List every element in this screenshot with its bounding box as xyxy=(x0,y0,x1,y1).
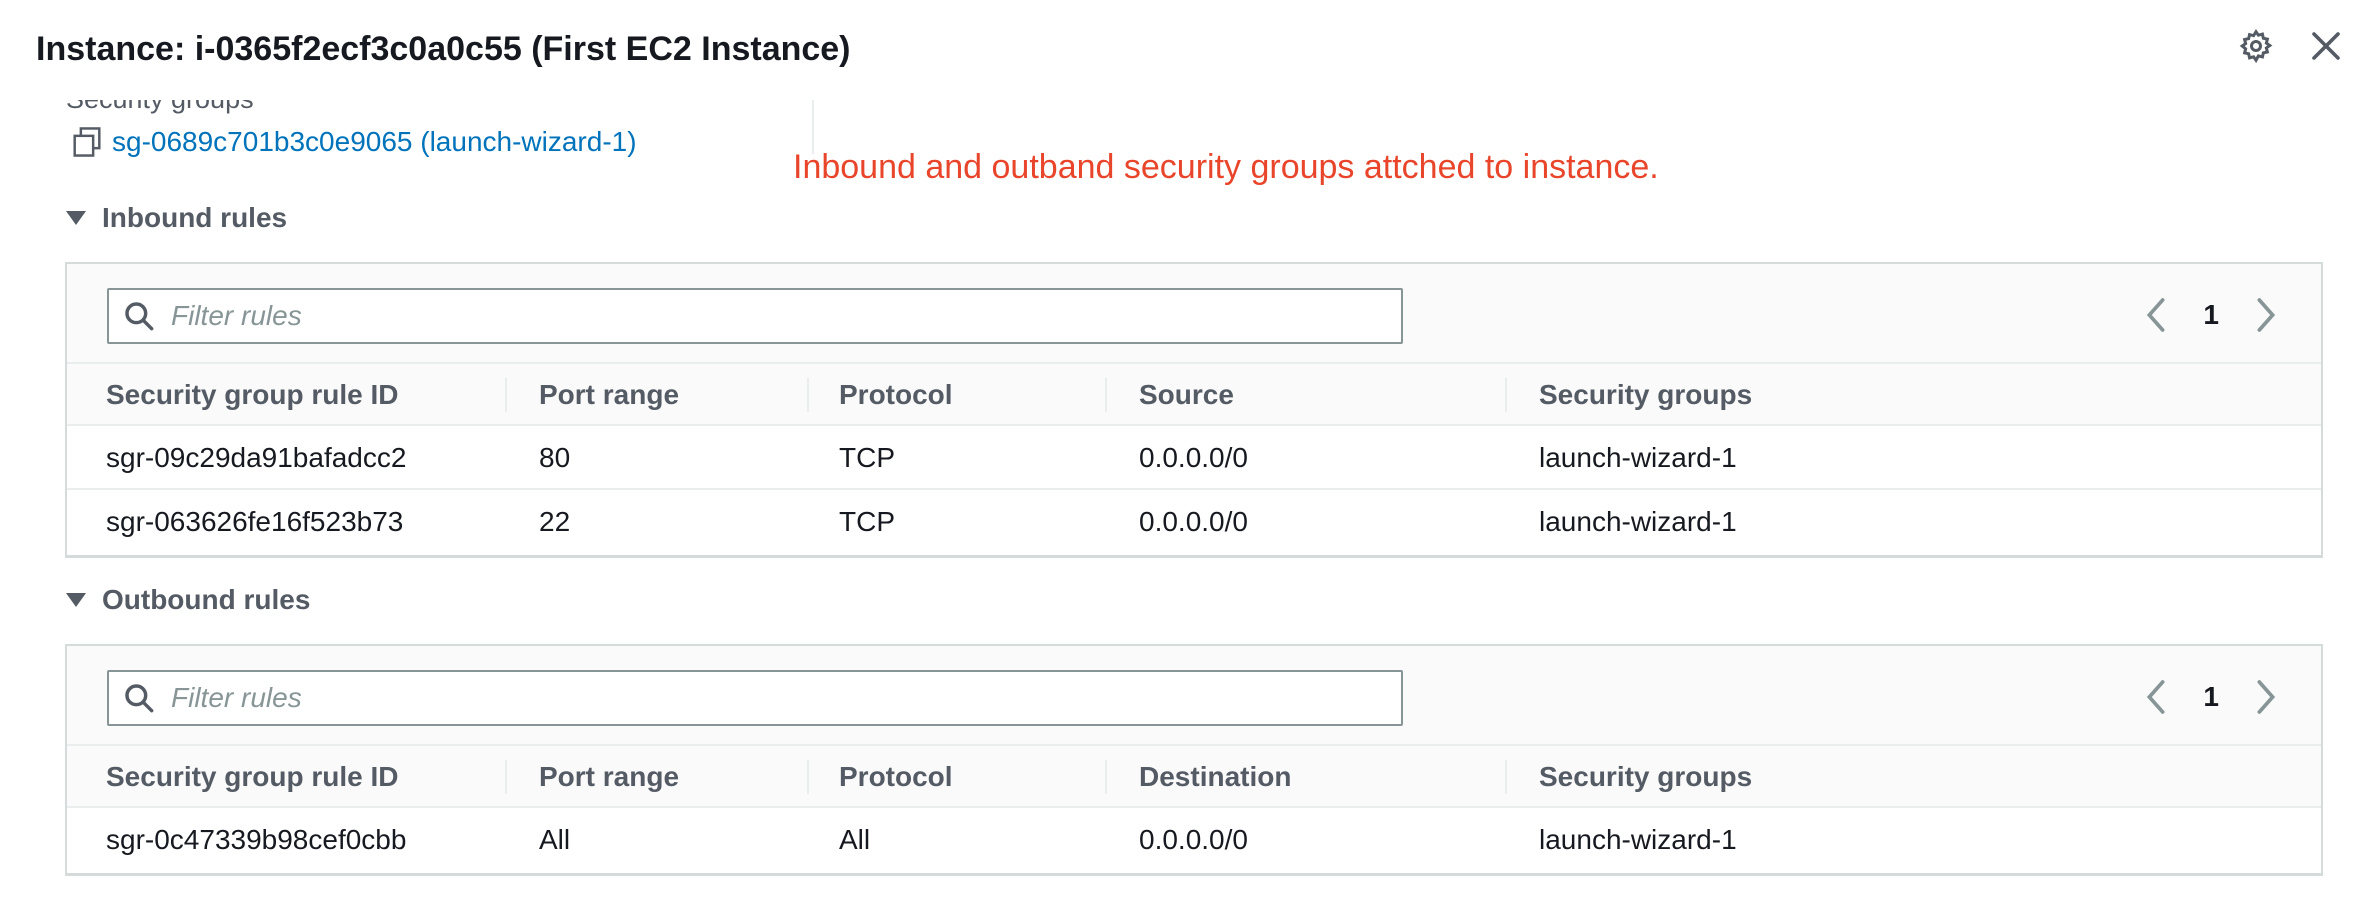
inbound-pagination: 1 xyxy=(2141,290,2281,340)
source-cell: 0.0.0.0/0 xyxy=(1139,506,1248,537)
protocol-cell: TCP xyxy=(839,506,895,537)
outbound-filter-input[interactable] xyxy=(171,682,1371,714)
inbound-rules-heading: Inbound rules xyxy=(102,202,288,233)
security-group-link[interactable]: sg-0689c701b3c0e9065 (launch-wizard-1) xyxy=(72,126,637,158)
security-groups-cell: launch-wizard-1 xyxy=(1539,506,1737,537)
column-header-rule-id[interactable]: Security group rule ID xyxy=(106,746,399,808)
port-range-cell: All xyxy=(539,824,571,855)
caret-down-icon xyxy=(66,211,86,225)
chevron-right-icon[interactable] xyxy=(2251,295,2281,335)
column-resizer[interactable] xyxy=(1105,760,1107,794)
column-resizer[interactable] xyxy=(505,760,507,794)
page-title: Instance: i-0365f2ecf3c0a0c55 (First EC2… xyxy=(36,30,851,68)
inbound-table-header: Security group rule ID Port range Protoc… xyxy=(67,364,2321,426)
column-resizer[interactable] xyxy=(807,760,809,794)
outbound-rules-heading: Outbound rules xyxy=(102,584,311,615)
inbound-filter-input[interactable] xyxy=(171,300,1371,332)
column-header-protocol[interactable]: Protocol xyxy=(839,746,953,808)
outbound-page-number[interactable]: 1 xyxy=(2203,681,2219,713)
rule-id-cell: sgr-063626fe16f523b73 xyxy=(106,506,404,537)
split-panel-header: Instance: i-0365f2ecf3c0a0c55 (First EC2… xyxy=(0,0,2364,100)
column-resizer[interactable] xyxy=(1505,378,1507,412)
protocol-cell: TCP xyxy=(839,442,895,473)
security-groups-cell: launch-wizard-1 xyxy=(1539,442,1737,473)
rule-id-cell: sgr-0c47339b98cef0cbb xyxy=(106,824,407,855)
column-header-port-range[interactable]: Port range xyxy=(539,364,679,426)
close-icon[interactable] xyxy=(2308,28,2344,64)
table-row[interactable]: sgr-063626fe16f523b73 22 TCP 0.0.0.0/0 l… xyxy=(67,490,2321,554)
security-group-link-text[interactable]: sg-0689c701b3c0e9065 (launch-wizard-1) xyxy=(112,126,637,158)
column-header-security-groups[interactable]: Security groups xyxy=(1539,364,1752,426)
outbound-rules-table: 1 Security group rule ID Port range Prot… xyxy=(65,644,2323,876)
port-range-cell: 22 xyxy=(539,506,571,537)
port-range-cell: 80 xyxy=(539,442,571,473)
protocol-cell: All xyxy=(839,824,871,855)
table-row[interactable]: sgr-0c47339b98cef0cbb All All 0.0.0.0/0 … xyxy=(67,808,2321,872)
search-icon xyxy=(125,302,154,331)
outbound-table-toolbar: 1 xyxy=(67,646,2321,746)
source-cell: 0.0.0.0/0 xyxy=(1139,442,1248,473)
outbound-rules-toggle[interactable]: Outbound rules xyxy=(66,584,310,616)
security-groups-cell: launch-wizard-1 xyxy=(1539,824,1737,855)
destination-cell: 0.0.0.0/0 xyxy=(1139,824,1248,855)
copy-icon[interactable] xyxy=(72,126,102,158)
chevron-left-icon[interactable] xyxy=(2141,295,2171,335)
column-header-source[interactable]: Source xyxy=(1139,364,1234,426)
column-header-rule-id[interactable]: Security group rule ID xyxy=(106,364,399,426)
column-header-security-groups[interactable]: Security groups xyxy=(1539,746,1752,808)
table-row[interactable]: sgr-09c29da91bafadcc2 80 TCP 0.0.0.0/0 l… xyxy=(67,426,2321,490)
column-divider xyxy=(812,100,814,154)
inbound-table-toolbar: 1 xyxy=(67,264,2321,364)
caret-down-icon xyxy=(66,593,86,607)
column-resizer[interactable] xyxy=(1105,378,1107,412)
column-header-destination[interactable]: Destination xyxy=(1139,746,1291,808)
inbound-page-number[interactable]: 1 xyxy=(2203,299,2219,331)
column-header-port-range[interactable]: Port range xyxy=(539,746,679,808)
chevron-right-icon[interactable] xyxy=(2251,677,2281,717)
chevron-left-icon[interactable] xyxy=(2141,677,2171,717)
outbound-filter-field[interactable] xyxy=(107,670,1403,726)
inbound-rules-toggle[interactable]: Inbound rules xyxy=(66,202,287,234)
outbound-pagination: 1 xyxy=(2141,672,2281,722)
inbound-rules-table: 1 Security group rule ID Port range Prot… xyxy=(65,262,2323,558)
column-header-protocol[interactable]: Protocol xyxy=(839,364,953,426)
column-resizer[interactable] xyxy=(505,378,507,412)
rule-id-cell: sgr-09c29da91bafadcc2 xyxy=(106,442,407,473)
column-resizer[interactable] xyxy=(807,378,809,412)
gear-icon[interactable] xyxy=(2238,28,2274,64)
search-icon xyxy=(125,684,154,713)
annotation-note: Inbound and outband security groups attc… xyxy=(793,148,1659,186)
outbound-table-header: Security group rule ID Port range Protoc… xyxy=(67,746,2321,808)
inbound-filter-field[interactable] xyxy=(107,288,1403,344)
column-resizer[interactable] xyxy=(1505,760,1507,794)
